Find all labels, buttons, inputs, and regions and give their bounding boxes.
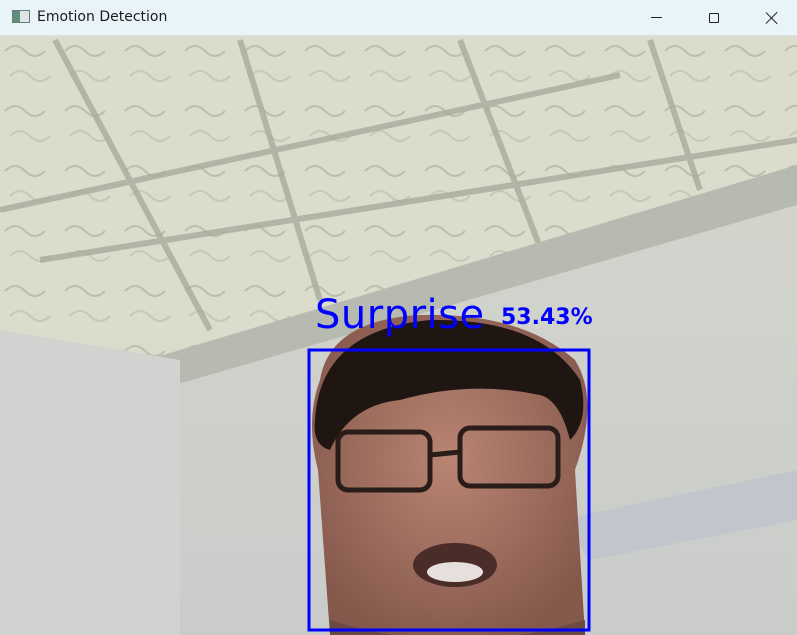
title-bar[interactable]: Emotion Detection (0, 0, 797, 36)
close-button[interactable] (743, 0, 797, 35)
minimize-button[interactable] (627, 0, 685, 35)
minimize-icon (650, 17, 662, 18)
app-icon (12, 10, 30, 23)
emotion-label: Surprise (315, 292, 485, 338)
confidence-label: 53.43% (501, 305, 593, 330)
window-title: Emotion Detection (37, 9, 168, 25)
maximize-button[interactable] (685, 0, 743, 35)
maximize-icon (709, 12, 719, 23)
close-icon (766, 12, 778, 24)
app-window: Emotion Detection Surprise 53.43% (0, 0, 797, 635)
